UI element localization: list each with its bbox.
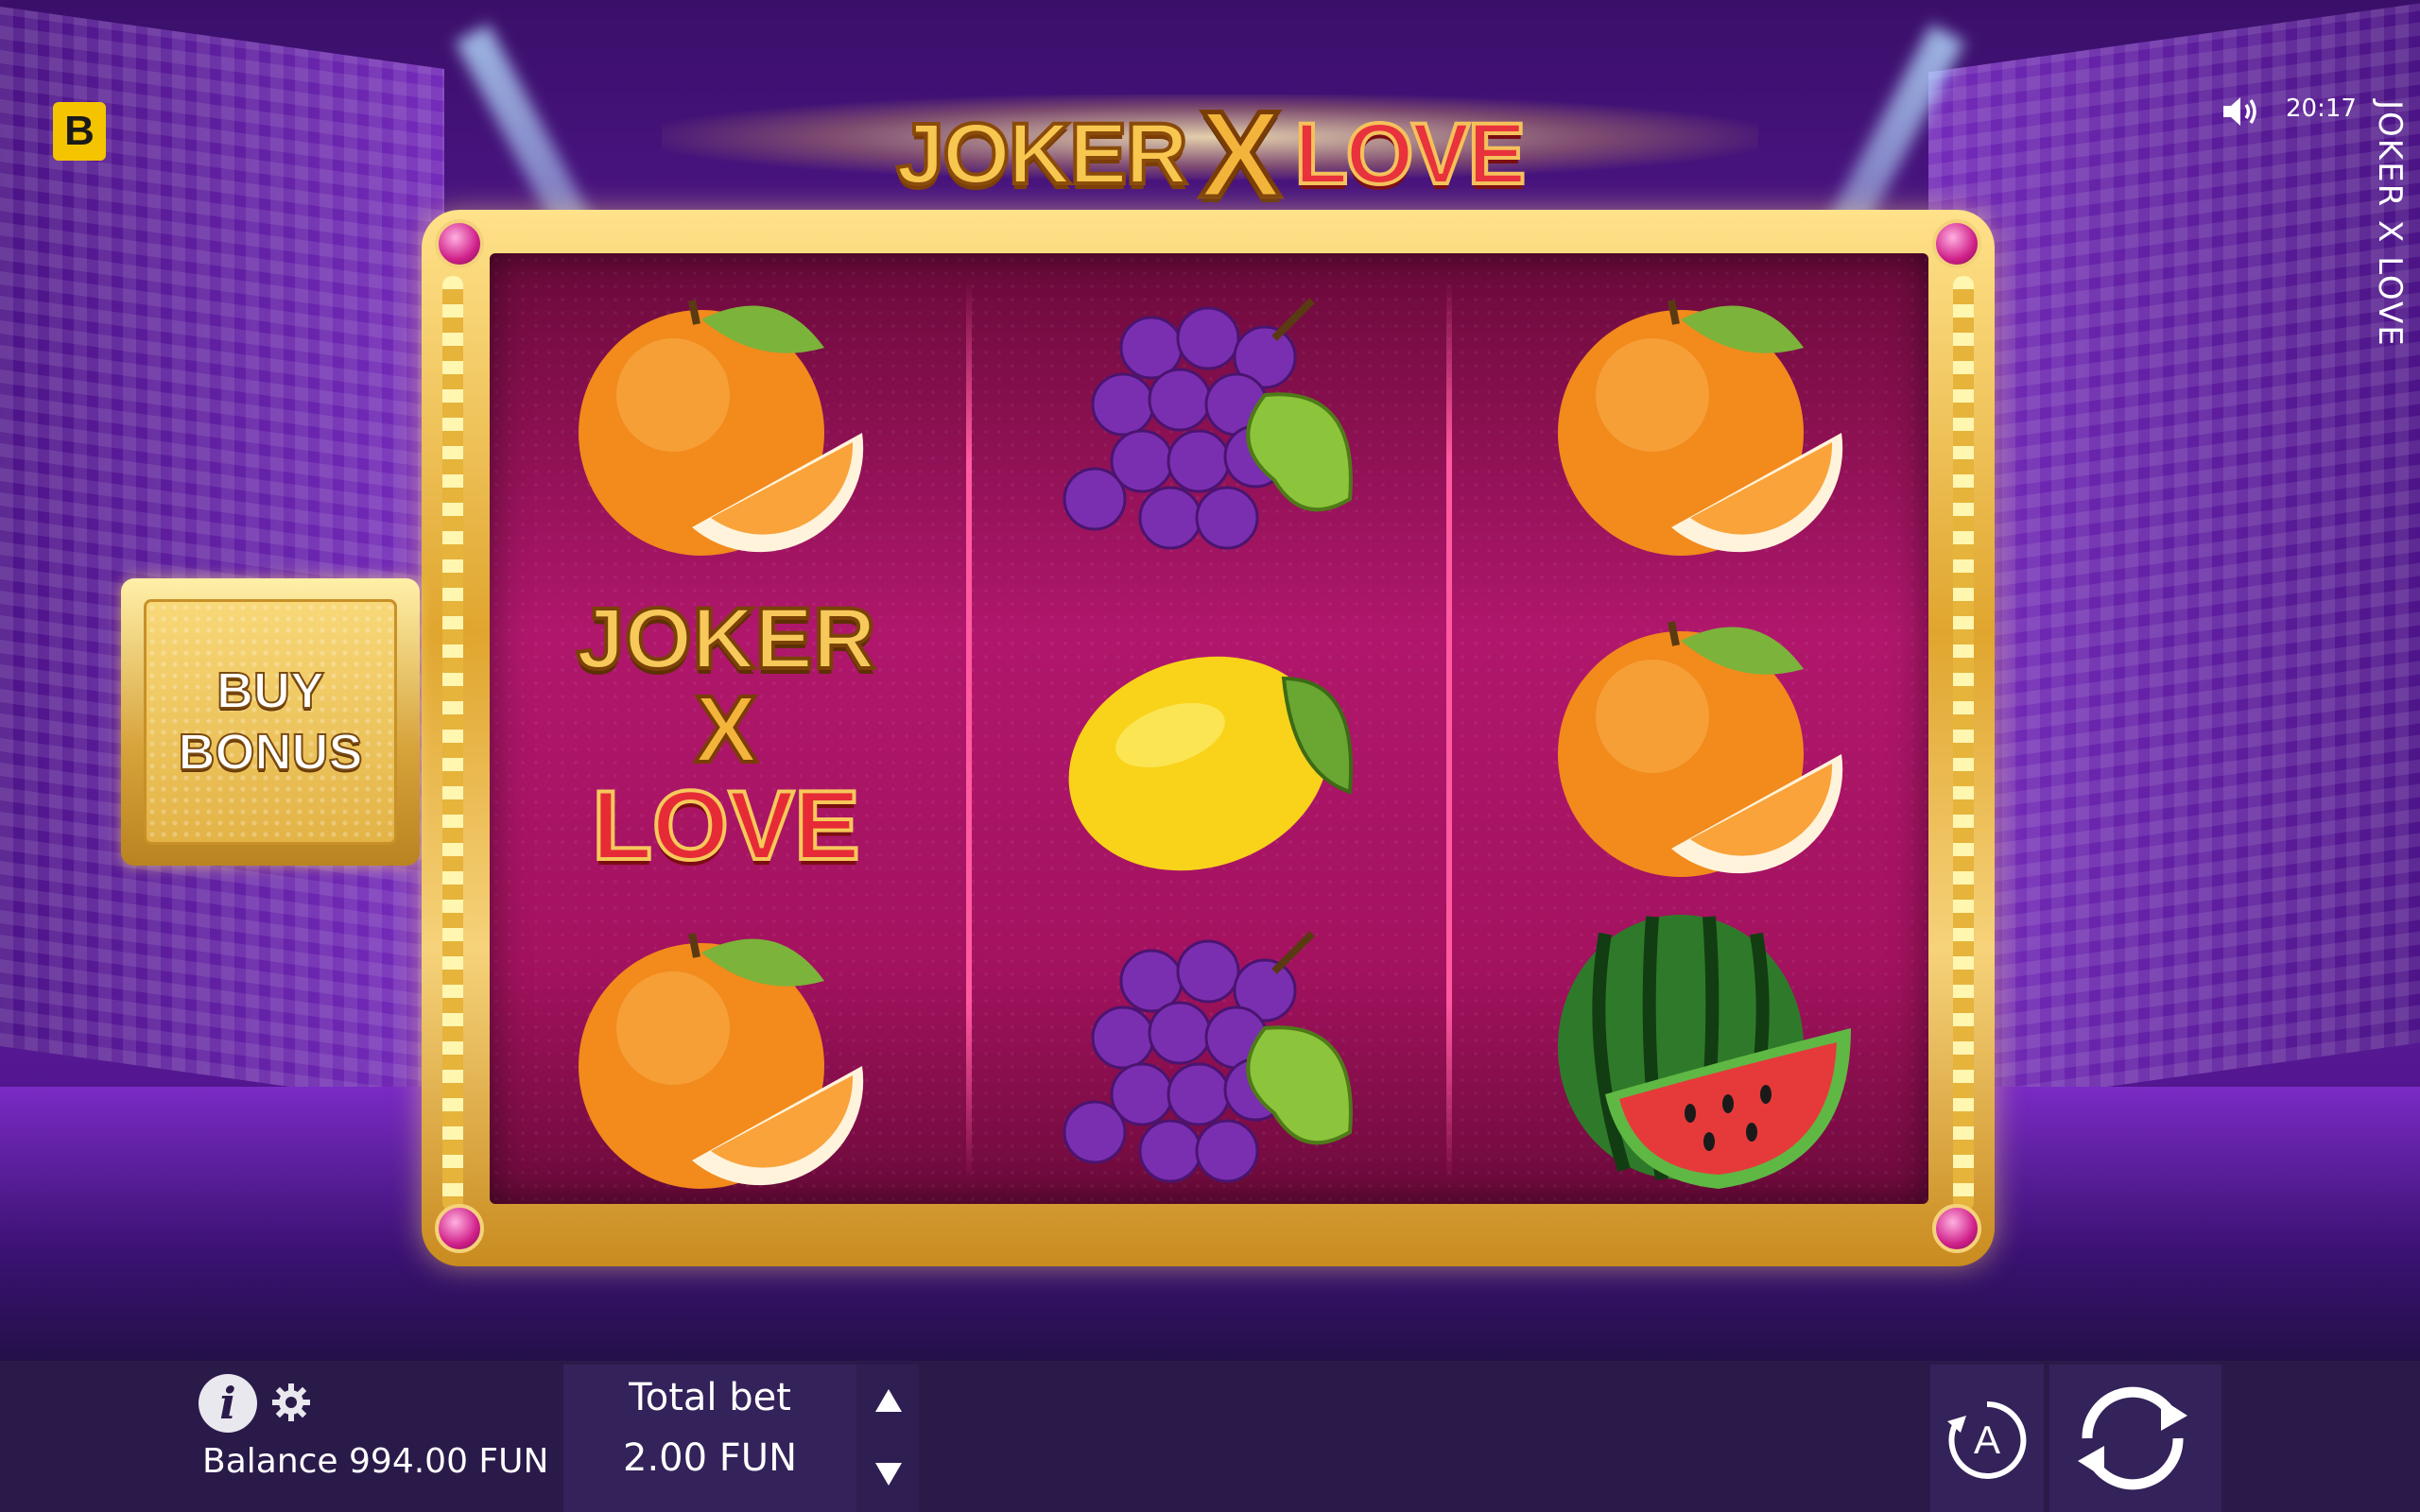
clock: 20:17 [2286, 94, 2357, 123]
game-name-vertical: JOKER X LOVE [2371, 100, 2409, 348]
buy-bonus-button[interactable]: BUY BONUS [121, 578, 420, 866]
joker-symbol-line3: LOVE [590, 771, 861, 881]
corner-gem [435, 1204, 484, 1253]
joker-symbol-line1: JOKER [575, 591, 878, 687]
symbol-orange [1530, 603, 1889, 886]
symbol-lemon [1038, 603, 1397, 886]
autoplay-label: A [1973, 1418, 2000, 1462]
title-word-love: LOVE [1293, 104, 1528, 204]
title-x: X [1197, 83, 1284, 226]
title-word-joker: JOKER [894, 104, 1190, 204]
symbol-orange [550, 282, 909, 565]
bulb-strip-right [1953, 276, 1974, 1211]
reel-divider [1446, 282, 1452, 1179]
game-title: JOKER X LOVE [889, 83, 1531, 226]
bet-value: 2.00 FUN [623, 1436, 797, 1480]
bet-label: Total bet [629, 1376, 791, 1419]
info-icon[interactable]: i [199, 1374, 257, 1433]
buy-bonus-face: BUY BONUS [144, 599, 397, 845]
brand-badge[interactable]: B [53, 102, 106, 161]
spin-button[interactable] [2066, 1372, 2199, 1504]
symbol-grapes [1038, 282, 1397, 565]
bet-decrease-button[interactable] [873, 1461, 904, 1487]
reel-frame: JOKER X LOVE [422, 210, 1995, 1266]
joker-symbol-line2: X [693, 677, 760, 782]
autoplay-button[interactable]: A [1944, 1397, 2031, 1484]
symbol-grapes [1038, 915, 1397, 1198]
symbol-orange [550, 915, 909, 1198]
gear-icon[interactable] [270, 1382, 312, 1423]
reel-divider [966, 282, 972, 1179]
corner-gem [1932, 1204, 1981, 1253]
speaker-icon[interactable] [2221, 94, 2263, 129]
corner-gem [435, 219, 484, 268]
symbol-watermelon [1530, 905, 1889, 1189]
buy-bonus-line2: BONUS [177, 723, 363, 782]
bet-increase-button[interactable] [873, 1387, 904, 1414]
corner-gem [1932, 219, 1981, 268]
symbol-orange [1530, 282, 1889, 565]
bulb-strip-left [442, 276, 463, 1211]
led-wall-left [0, 6, 444, 1109]
buy-bonus-line1: BUY [216, 662, 325, 720]
reel-area: JOKER X LOVE [490, 253, 1928, 1204]
balance-text: Balance 994.00 FUN [202, 1442, 549, 1481]
led-wall-right [1928, 3, 2420, 1112]
symbol-joker-x-love: JOKER X LOVE [509, 584, 943, 886]
